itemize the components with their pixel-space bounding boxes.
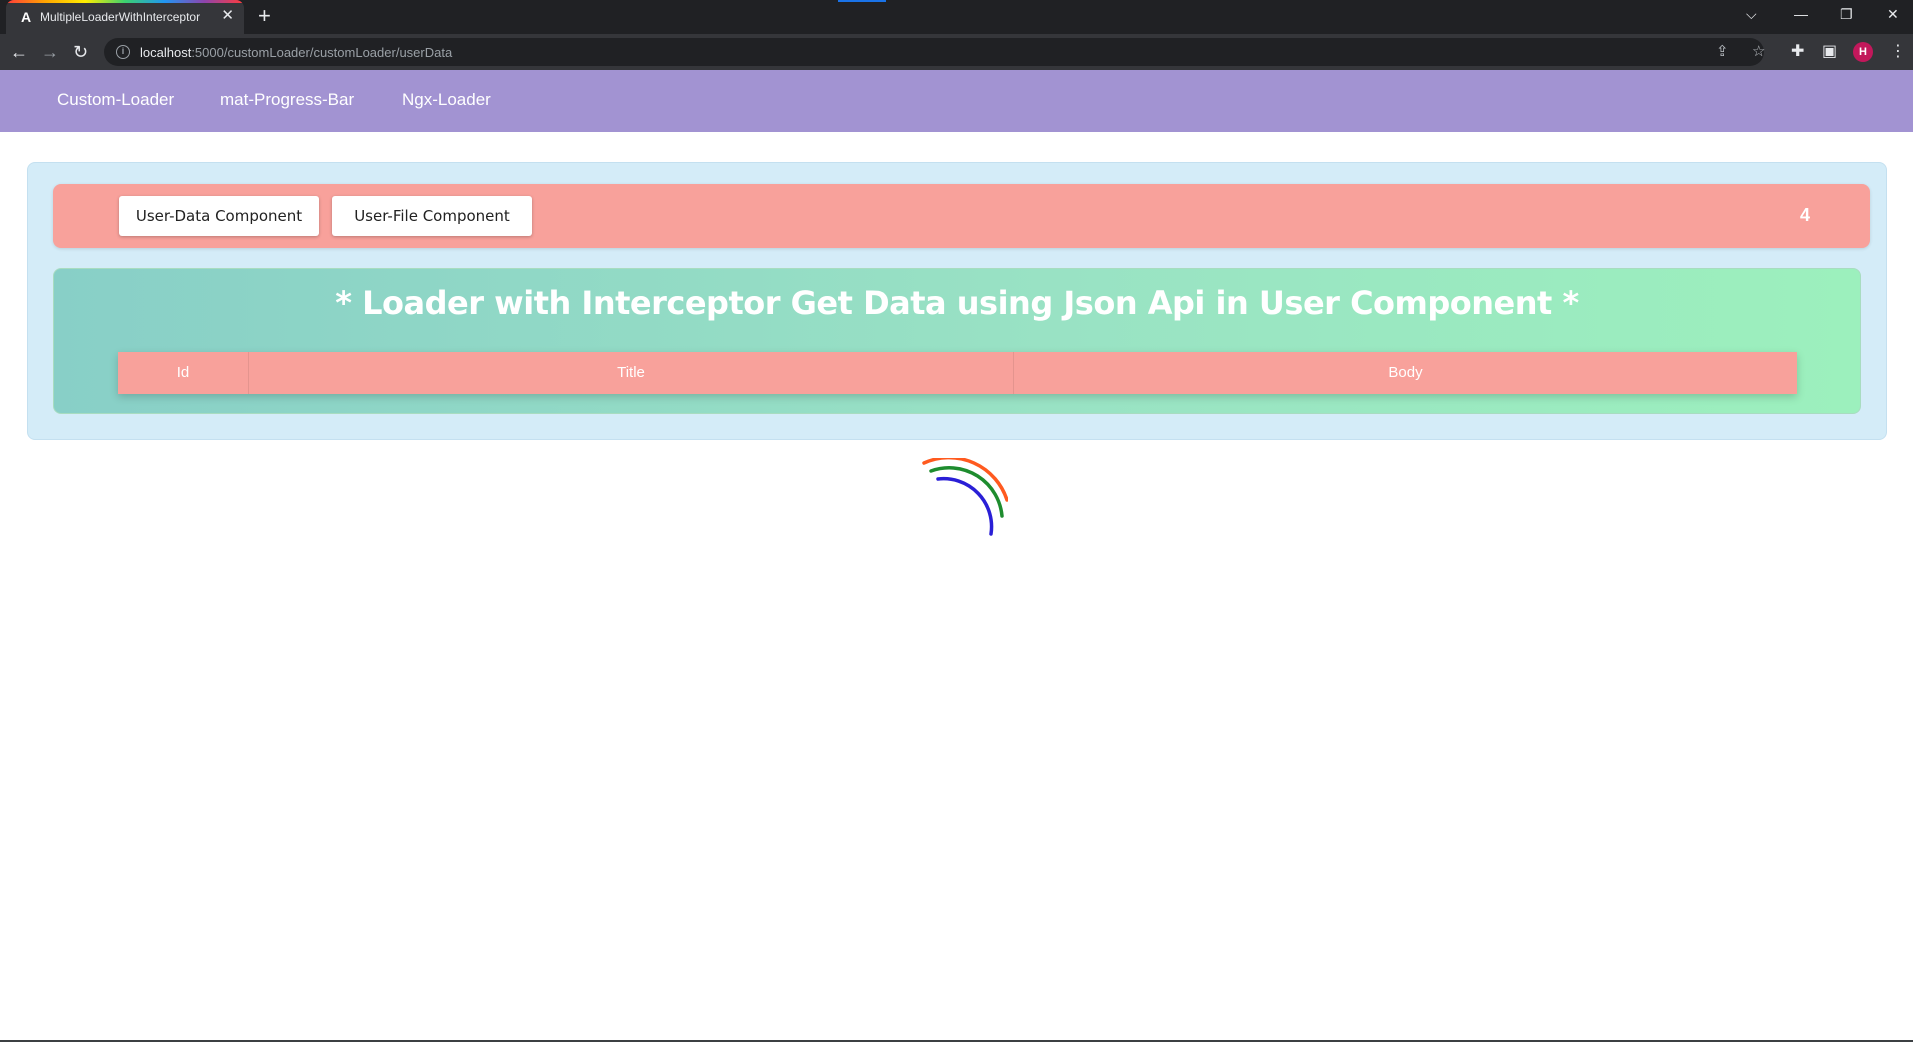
extensions-puzzle-icon[interactable]: ✚ — [1791, 42, 1804, 62]
tab-accent-bar — [6, 0, 244, 3]
kebab-menu-icon[interactable]: ⋮ — [1890, 42, 1906, 62]
tab-search-chevron-icon[interactable]: ⌵ — [1746, 6, 1757, 22]
table-header-row: Id Title Body — [118, 352, 1797, 394]
user-file-component-button[interactable]: User-File Component — [332, 196, 532, 236]
minimize-icon[interactable]: — — [1794, 6, 1808, 22]
nav-link-custom-loader[interactable]: Custom-Loader — [57, 90, 174, 110]
restore-icon[interactable]: ❐ — [1840, 6, 1853, 22]
browser-toolbar: ← → ↻ i localhost:5000/customLoader/cust… — [0, 34, 1913, 70]
browser-tab-strip: A MultipleLoaderWithInterceptor ✕ + ⌵ — … — [0, 0, 1913, 34]
url-path: :5000/customLoader/customLoader/userData — [191, 45, 453, 60]
bookmark-star-icon[interactable]: ☆ — [1752, 43, 1765, 61]
close-window-icon[interactable]: ✕ — [1887, 6, 1899, 22]
user-data-component-button[interactable]: User-Data Component — [119, 196, 319, 236]
nav-link-ngx-loader[interactable]: Ngx-Loader — [402, 90, 491, 110]
tab-search-indicator — [838, 0, 886, 2]
loading-spinner-icon — [922, 458, 1008, 536]
tab-close-icon[interactable]: ✕ — [221, 8, 234, 24]
browser-tab-active[interactable]: A MultipleLoaderWithInterceptor ✕ — [6, 0, 244, 34]
column-header-body: Body — [1388, 364, 1423, 381]
app-navbar: Custom-Loader mat-Progress-Bar Ngx-Loade… — [0, 70, 1913, 132]
new-tab-button[interactable]: + — [258, 5, 271, 27]
side-panel-icon[interactable]: ▣ — [1822, 42, 1837, 62]
back-arrow-icon[interactable]: ← — [10, 42, 28, 62]
component-switcher-bar — [53, 184, 1870, 248]
address-bar[interactable]: i localhost:5000/customLoader/customLoad… — [104, 38, 1765, 66]
angular-favicon-icon: A — [20, 9, 32, 25]
spinner-arc-inner — [936, 476, 994, 536]
column-header-id: Id — [118, 352, 249, 394]
profile-avatar[interactable]: H — [1853, 42, 1873, 62]
tab-title: MultipleLoaderWithInterceptor — [40, 10, 201, 24]
reload-icon[interactable]: ↻ — [73, 42, 88, 62]
url-text[interactable]: localhost:5000/customLoader/customLoader… — [140, 45, 452, 60]
forward-arrow-icon[interactable]: → — [41, 42, 59, 62]
column-header-title: Title — [249, 352, 1014, 394]
site-info-icon[interactable]: i — [116, 45, 130, 59]
nav-link-mat-progress-bar[interactable]: mat-Progress-Bar — [220, 90, 354, 110]
share-icon[interactable]: ⇪ — [1716, 43, 1729, 61]
page-title: * Loader with Interceptor Get Data using… — [335, 284, 1579, 322]
request-counter: 4 — [1799, 205, 1810, 225]
url-host: localhost — [140, 45, 192, 60]
